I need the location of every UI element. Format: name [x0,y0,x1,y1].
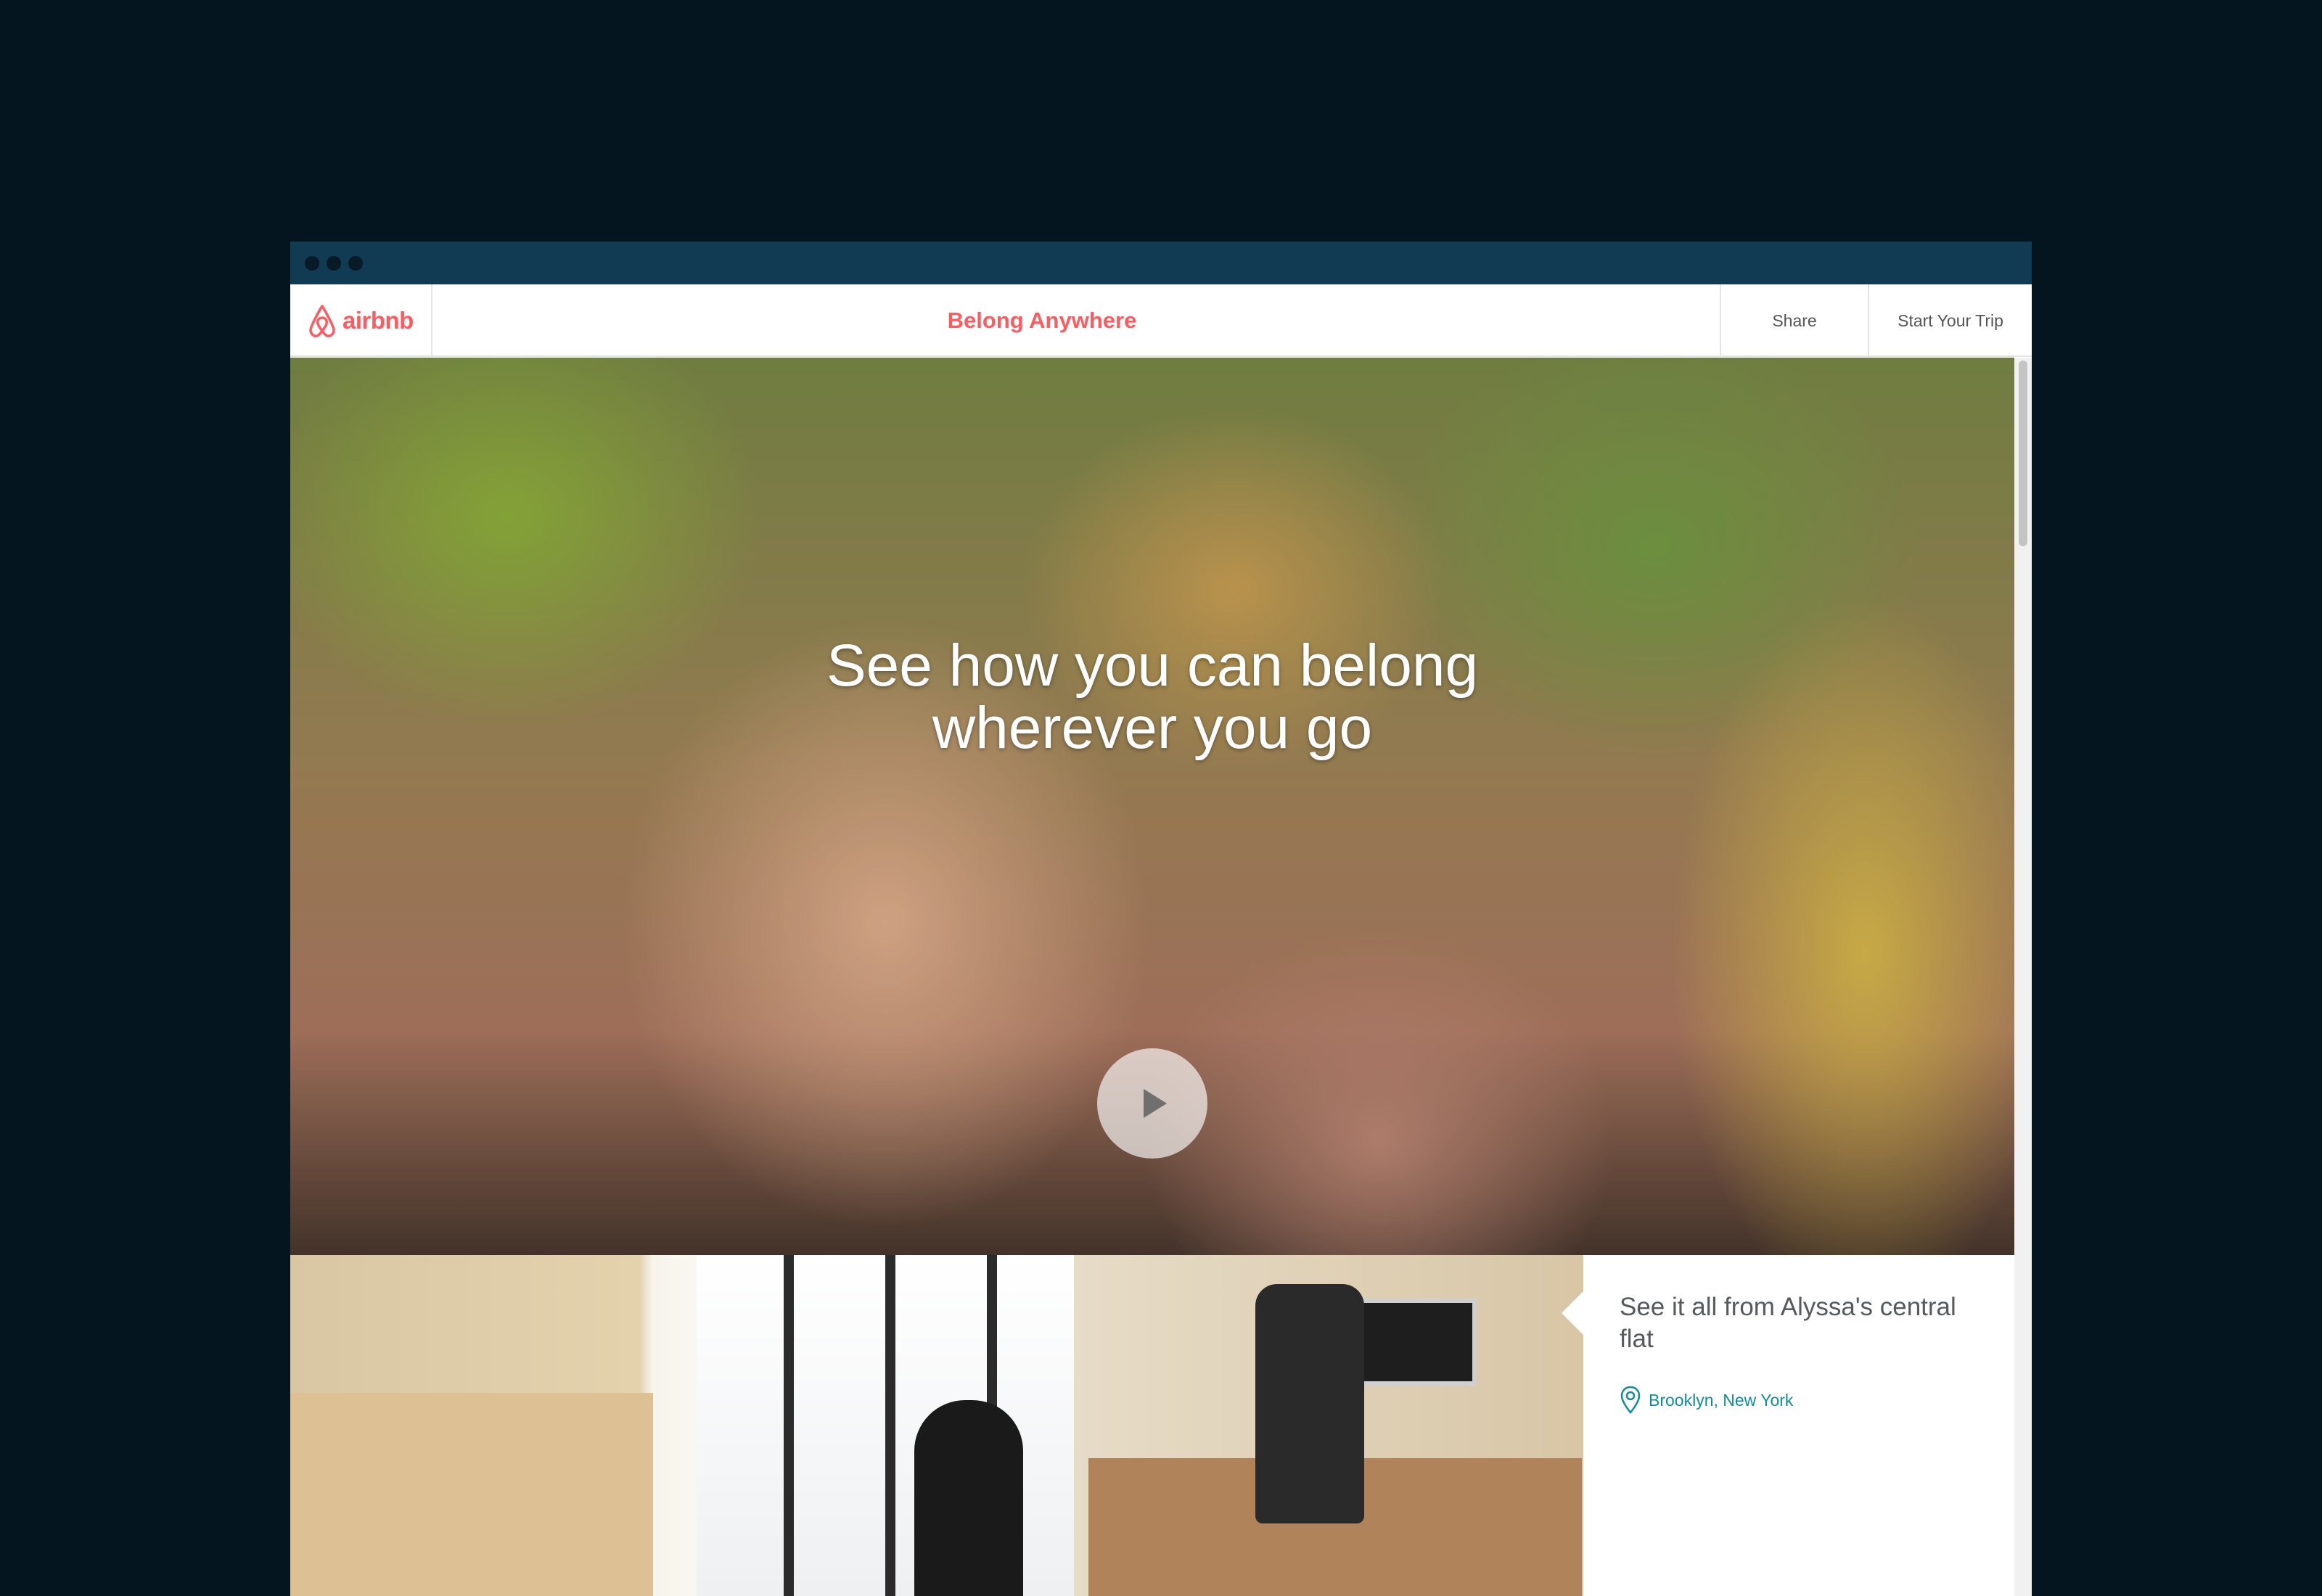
hero-video-banner[interactable]: See how you can belong wherever you go [290,358,2014,1255]
photo-chair [1255,1284,1364,1523]
page-title: Belong Anywhere [947,308,1137,333]
photo-person [914,1400,1023,1596]
play-icon [1144,1089,1167,1118]
page-scrollbar[interactable] [2014,358,2032,1596]
hero-heading-line-2: wherever you go [932,695,1373,761]
window-minimize-dot[interactable] [327,256,341,271]
listing-location-text: Brooklyn, New York [1649,1390,1794,1410]
photo-window-frame [885,1255,895,1596]
photo-cabinet [290,1393,653,1596]
photo-window-frame [784,1255,794,1596]
map-pin-icon [1620,1386,1641,1414]
hero-heading: See how you can belong wherever you go [290,635,2014,760]
photo-monitor [1346,1299,1477,1386]
listing-photo[interactable] [290,1255,1583,1596]
scrollbar-thumb[interactable] [2019,361,2027,546]
listing-location-link[interactable]: Brooklyn, New York [1620,1386,1793,1415]
window-titlebar [290,242,2032,284]
window-maximize-dot[interactable] [348,256,363,271]
airbnb-belo-icon [309,305,335,337]
listing-title[interactable]: See it all from Alyssa's central flat [1620,1291,1997,1355]
start-your-trip-button[interactable]: Start Your Trip [1868,284,2032,357]
hero-heading-line-1: See how you can belong [826,633,1479,699]
airbnb-logo[interactable]: airbnb [290,284,432,357]
airbnb-wordmark: airbnb [342,307,414,334]
top-navbar: airbnb Belong Anywhere Share Start Your … [290,284,2032,357]
share-button[interactable]: Share [1720,284,1868,357]
listing-info-card: See it all from Alyssa's central flat Br… [1562,1255,2014,1596]
info-card-pointer [1562,1291,1583,1335]
window-close-dot[interactable] [305,256,319,271]
browser-window: airbnb Belong Anywhere Share Start Your … [290,242,2032,1596]
play-video-button[interactable] [1097,1048,1207,1159]
